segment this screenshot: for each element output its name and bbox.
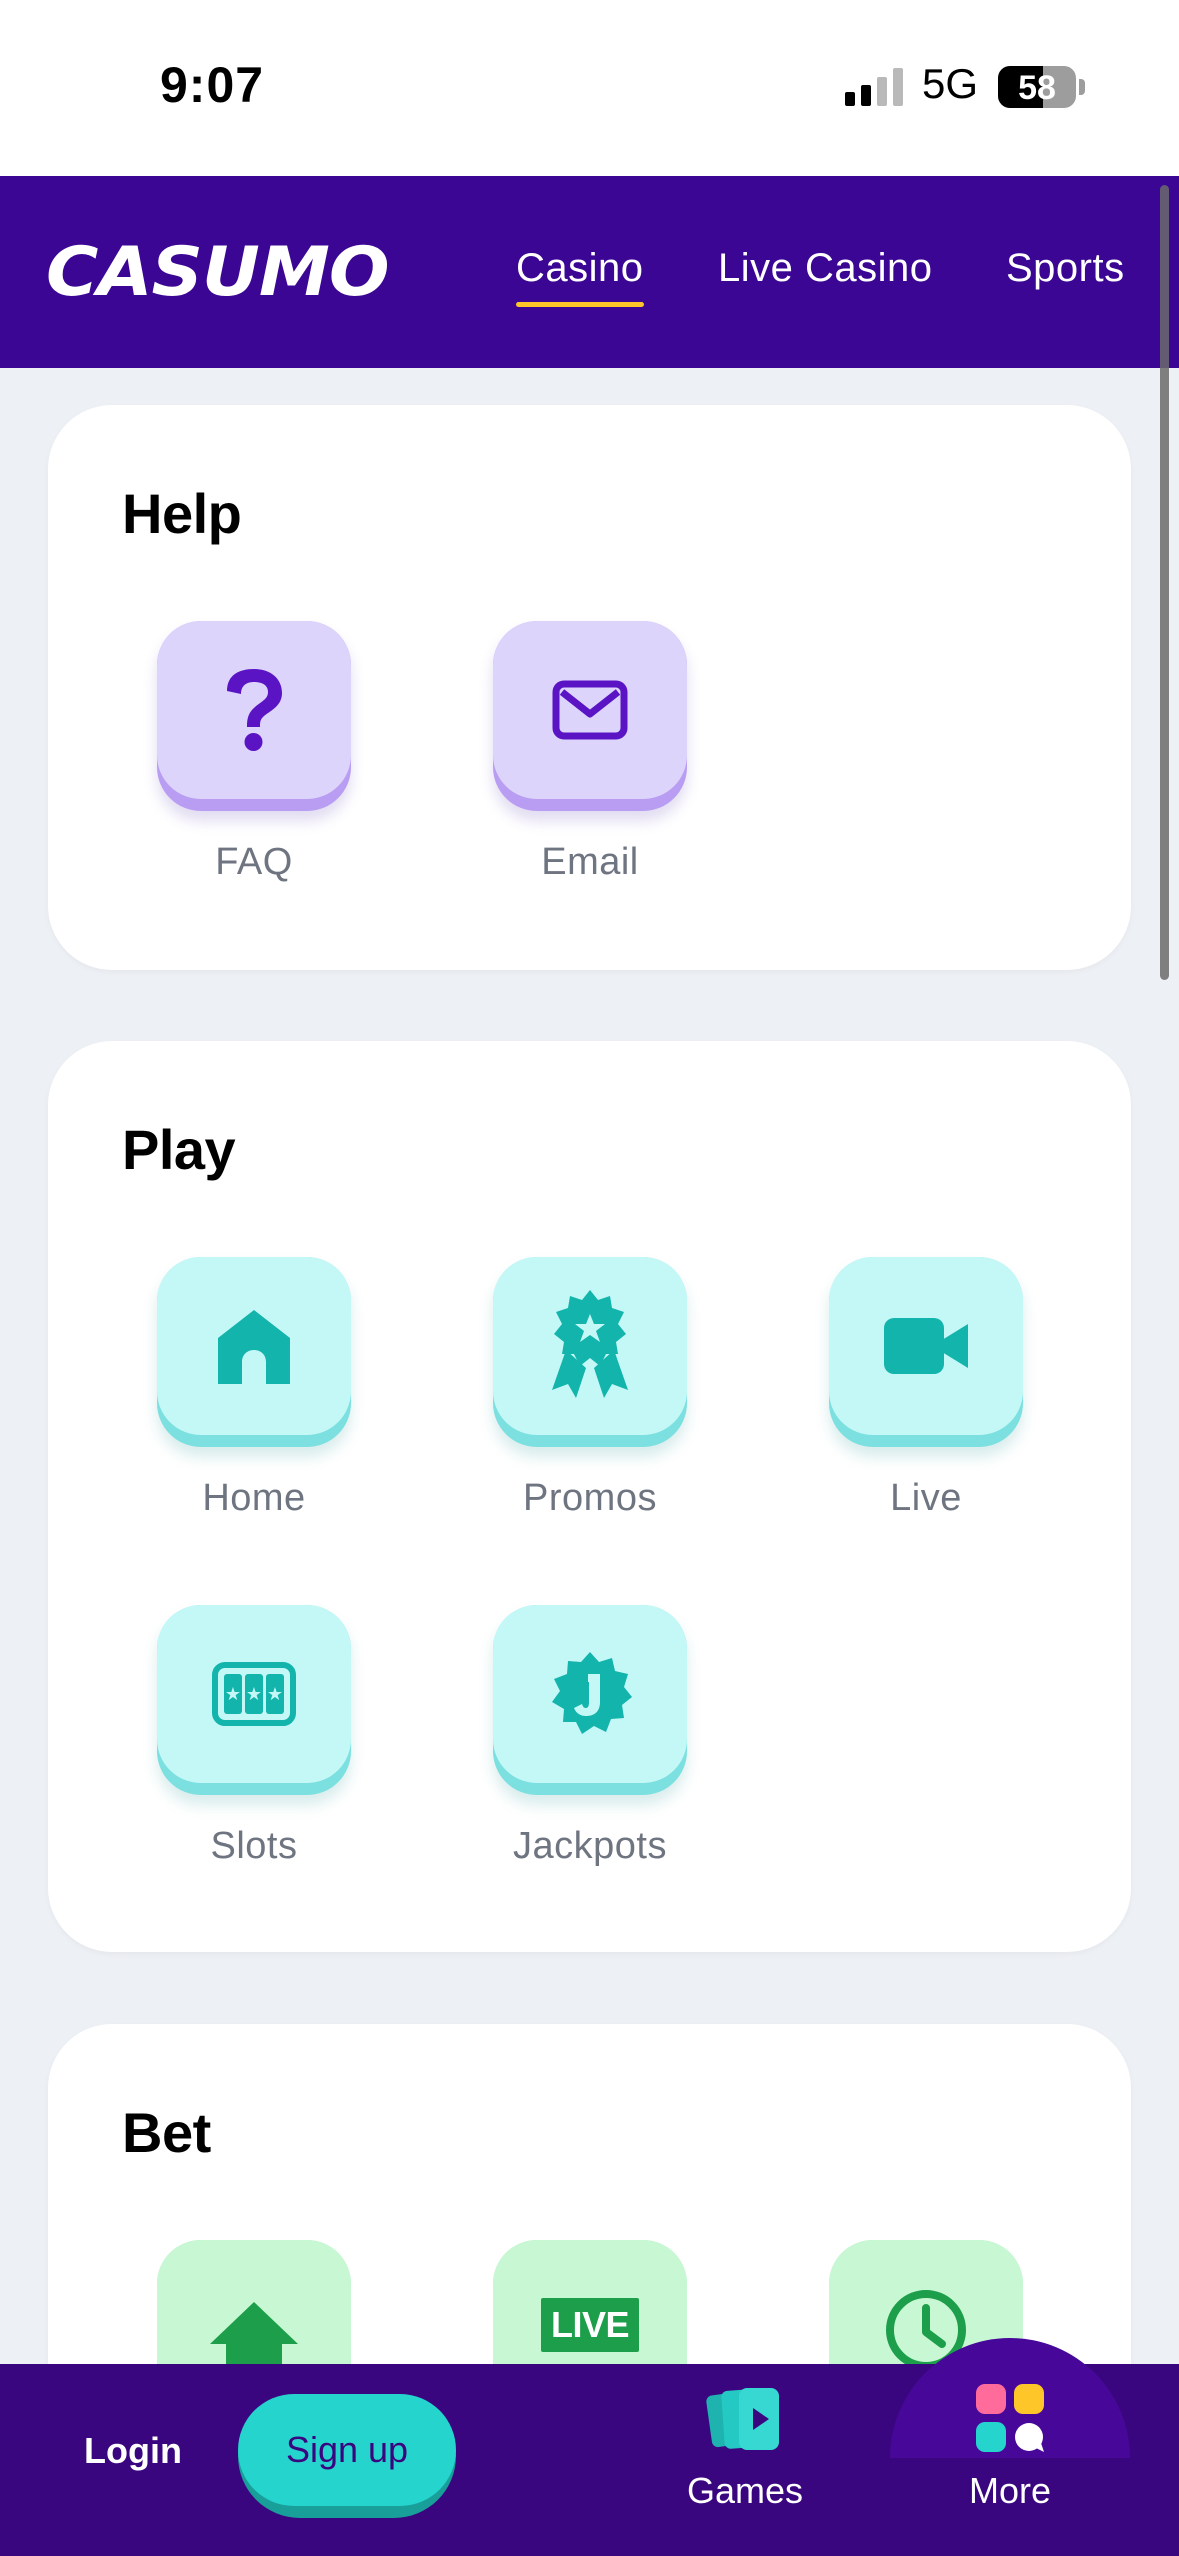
signal-strength-icon <box>845 68 903 106</box>
home-icon <box>218 1310 290 1384</box>
jackpots-label: Jackpots <box>513 1825 667 1867</box>
signup-label: Sign up <box>238 2394 456 2506</box>
signup-button[interactable]: Sign up <box>238 2394 456 2518</box>
battery-cap <box>1079 79 1085 95</box>
live-badge-text: LIVE <box>550 2304 630 2345</box>
battery-icon: 58 <box>998 66 1076 108</box>
play-title: Play <box>122 1118 236 1181</box>
live-label: Live <box>890 1477 962 1519</box>
scrollbar[interactable] <box>1160 185 1169 980</box>
logo-text: CASUMO <box>46 233 390 312</box>
top-nav: CASUMO Casino Live Casino Sports <box>0 176 1179 368</box>
status-time: 9:07 <box>160 57 265 113</box>
tab-live-casino[interactable]: Live Casino <box>718 246 933 291</box>
status-bar: 9:07 5G 58 <box>0 0 1179 176</box>
slot-machine-icon: ★ ★ ★ <box>212 1662 296 1726</box>
casumo-logo[interactable]: CASUMO <box>46 238 390 308</box>
question-icon <box>227 669 282 751</box>
games-label: Games <box>686 2470 804 2511</box>
jackpot-badge-icon <box>552 1652 632 1734</box>
live-button[interactable] <box>829 1257 1023 1447</box>
games-nav[interactable]: Games <box>678 2380 812 2512</box>
promos-label: Promos <box>523 1477 657 1519</box>
more-grid-icon <box>976 2384 1044 2452</box>
more-label: More <box>968 2470 1052 2511</box>
envelope-icon <box>552 680 628 740</box>
email-label: Email <box>541 841 639 883</box>
video-camera-icon <box>884 1318 968 1374</box>
help-title: Help <box>122 482 242 545</box>
play-section: Play Home Promos Live ★ ★ ★ Slots Jackpo… <box>48 1041 1131 1952</box>
slots-button[interactable]: ★ ★ ★ <box>157 1605 351 1795</box>
bet-title: Bet <box>122 2101 211 2164</box>
login-link[interactable]: Login <box>84 2430 182 2472</box>
svg-text:★: ★ <box>225 1684 241 1705</box>
battery-percent: 58 <box>1018 69 1056 107</box>
home-button[interactable] <box>157 1257 351 1447</box>
tab-sports[interactable]: Sports <box>1006 246 1125 291</box>
tab-casino[interactable]: Casino <box>516 246 644 307</box>
slots-label: Slots <box>210 1825 298 1867</box>
home-label: Home <box>202 1477 306 1519</box>
faq-label: FAQ <box>215 841 293 883</box>
network-type: 5G <box>922 60 979 107</box>
svg-text:★: ★ <box>267 1684 283 1705</box>
promos-button[interactable] <box>493 1257 687 1447</box>
svg-text:★: ★ <box>246 1684 262 1705</box>
help-section: Help FAQ Email <box>48 405 1131 970</box>
faq-button[interactable] <box>157 621 351 811</box>
jackpots-button[interactable] <box>493 1605 687 1795</box>
email-button[interactable] <box>493 621 687 811</box>
rosette-badge-icon <box>552 1290 628 1398</box>
games-icon <box>706 2388 779 2450</box>
live-badge-icon: LIVE <box>540 2298 639 2352</box>
more-nav[interactable]: More <box>940 2380 1080 2512</box>
